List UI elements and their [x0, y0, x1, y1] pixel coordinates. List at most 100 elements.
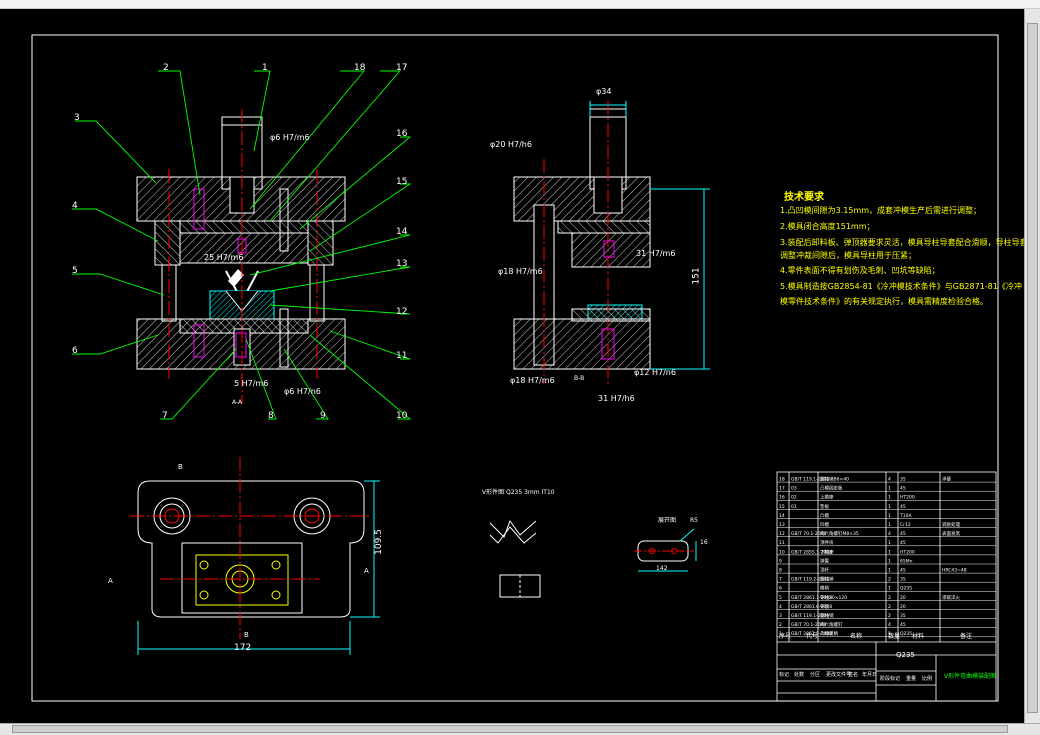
title-block-cell: 20	[900, 595, 906, 601]
dim-phi18-a: φ18 H7/m6	[498, 267, 543, 276]
title-block-cell: 18	[779, 477, 785, 483]
tech-req-line-4: 调整冲裁间隙后，模具导柱用于压紧；	[780, 251, 916, 260]
dim-109-5: 109.5	[373, 529, 384, 555]
title-block-cell: 1	[888, 586, 891, 592]
tech-req-line-2: 2.模具闭合高度151mm；	[780, 222, 875, 231]
title-block-cell: 1	[888, 568, 891, 574]
title-block-cell: 45	[900, 568, 906, 574]
tech-req-line-6: 5.模具制造按GB2854-81《冷冲模技术条件》与GB2871-81《冷冲	[780, 282, 1022, 291]
dim-151: 151	[691, 267, 702, 285]
title-block-cell: 2	[888, 595, 891, 601]
title-block-cell: 9	[779, 558, 782, 564]
title-block-cell: 凸模固定板	[820, 485, 843, 492]
vertical-scroll-thumb[interactable]	[1027, 23, 1038, 713]
title-block-cell: 圆柱销B6×40	[820, 476, 849, 483]
tb-footer-cell: 年月日	[862, 672, 878, 678]
vertical-scrollbar[interactable]	[1024, 9, 1040, 723]
tech-req-line-1: 1.凸凹模间隙为3.15mm，成套冲模生产后需进行调整；	[780, 206, 982, 215]
tb-headers-cell: 材料	[912, 633, 925, 640]
title-block-cell: HT200	[900, 495, 915, 501]
title-block-cell: 45	[900, 540, 906, 546]
balloon-8: 8	[268, 411, 274, 421]
title-block-cell: 2	[779, 622, 782, 628]
title-block-cell: 1	[888, 513, 891, 519]
title-block-cell: Q235	[900, 631, 912, 637]
title-block-cell: 14	[779, 513, 785, 519]
section-label-bb: B-B	[574, 375, 585, 382]
title-block-cell: 10	[779, 549, 785, 555]
dim-phi6-h7m6: φ6 H7/m6	[270, 133, 310, 142]
tb-footer-cell: 分区	[810, 672, 821, 678]
title-block-cell: 45	[900, 622, 906, 628]
dim-172: 172	[234, 643, 252, 653]
view-label-a-right: A	[364, 567, 369, 575]
balloon-5: 5	[72, 266, 78, 276]
part-drawing	[489, 519, 541, 598]
cad-window: 18 GB/T 119.1-2000 圆柱销B6×40 4 35 淬硬 17 03 凸模固定板 1…	[0, 0, 1040, 735]
title-block-cell: 2	[888, 577, 891, 583]
title-block-cell: 凸模	[820, 512, 829, 519]
dim-5-h7m6: 5 H7/m6	[234, 379, 269, 388]
title-block-cell: 下模座	[820, 548, 834, 555]
title-block-cell: 6	[779, 586, 782, 592]
balloon-3: 3	[74, 113, 80, 123]
title-block-cell: 35	[900, 577, 906, 583]
dim-25-h7m6: 25 H7/m6	[204, 253, 244, 262]
tech-req-line-7: 模零件技术条件》的有关规定执行，模具需精度检验合格。	[780, 297, 988, 306]
title-block-cell: 45	[900, 531, 906, 537]
title-block-cell: 16	[779, 495, 785, 501]
title-block-cell: 导套	[820, 603, 829, 610]
balloon-10: 10	[396, 411, 408, 421]
balloon-16: 16	[396, 129, 408, 139]
title-block-cell: 调质处理	[942, 521, 960, 528]
balloon-17: 17	[396, 63, 408, 73]
title-block-cell: 45	[900, 486, 906, 492]
title-block-cell: 13	[779, 522, 785, 528]
tech-req-line-3: 3.装配后卸料板、弹顶器要求灵活，模具导柱导套配合滑顺，导柱导套之间润滑；	[780, 238, 1040, 247]
title-block-cell: 顶件块	[820, 539, 834, 546]
window-title-bar	[0, 0, 1040, 9]
title-block-cell: 20	[900, 604, 906, 610]
balloon-4: 4	[72, 201, 78, 211]
tech-req-title: 技术要求	[784, 192, 824, 203]
title-block-cell: 1	[888, 549, 891, 555]
title-block-cell: 上模座	[820, 494, 834, 501]
blank-dim-16: 16	[700, 539, 708, 546]
title-block-cell: 内六角螺钉M8×35	[820, 530, 859, 537]
title-block-cell: 垫板	[820, 503, 829, 510]
part-drawing-caption: V形件图 Q235 3mm IT10	[482, 489, 555, 496]
horizontal-scroll-thumb[interactable]	[12, 725, 1008, 733]
title-block-grid	[776, 471, 997, 702]
drawing-viewport[interactable]: 18 GB/T 119.1-2000 圆柱销B6×40 4 35 淬硬 17 03 凸模固定板 1…	[0, 9, 1040, 723]
title-block-cell: 4	[888, 477, 891, 483]
balloon-1: 1	[262, 63, 268, 73]
title-block-rows: 18 GB/T 119.1-2000圆柱销B6×40 4 35 淬硬17 03 凸模固定板 1…	[777, 476, 996, 637]
title-block-cell: 35	[900, 477, 906, 483]
title-block-cell: 渗碳淬火	[942, 594, 960, 601]
title-block-cell: 15	[779, 504, 785, 510]
view-label-b-top: B	[178, 463, 183, 471]
title-block-cell: Cr12	[900, 522, 911, 528]
title-block-cell: HRC43~48	[942, 568, 967, 574]
title-block-material: Q235	[896, 651, 915, 659]
tb-headers-cell: 数量	[888, 633, 901, 640]
horizontal-scrollbar[interactable]	[0, 723, 1040, 735]
title-block-cell: 1	[888, 540, 891, 546]
view-label-b-bottom: B	[244, 631, 249, 639]
view-label-a-left: A	[108, 577, 113, 585]
title-block-cell: 凸缘模柄	[820, 630, 838, 637]
title-block-cell: 模柄	[820, 585, 829, 592]
title-block-cell: 1	[888, 495, 891, 501]
tb-scale-cell: 阶段标记	[880, 676, 901, 682]
title-block-cell: 圆柱销	[820, 576, 834, 583]
title-block-cell: HT200	[900, 549, 915, 555]
cad-drawing: 18 GB/T 119.1-2000圆柱销B6×40 4 35 淬硬17 03 凸模固定板 1…	[31, 34, 999, 702]
top-view	[130, 457, 380, 655]
title-block-cell: 表面发黑	[942, 530, 960, 537]
title-block-cell: 01	[791, 504, 797, 510]
title-block-cell: 8	[779, 568, 782, 574]
dim-phi12: φ12 H7/n6	[634, 368, 676, 377]
title-block-cell: 3	[779, 613, 782, 619]
tech-req-line-5: 4.零件表面不得有划伤及毛刺、凹坑等缺陷；	[780, 266, 940, 275]
tb-headers-cell: 代号	[806, 633, 819, 640]
